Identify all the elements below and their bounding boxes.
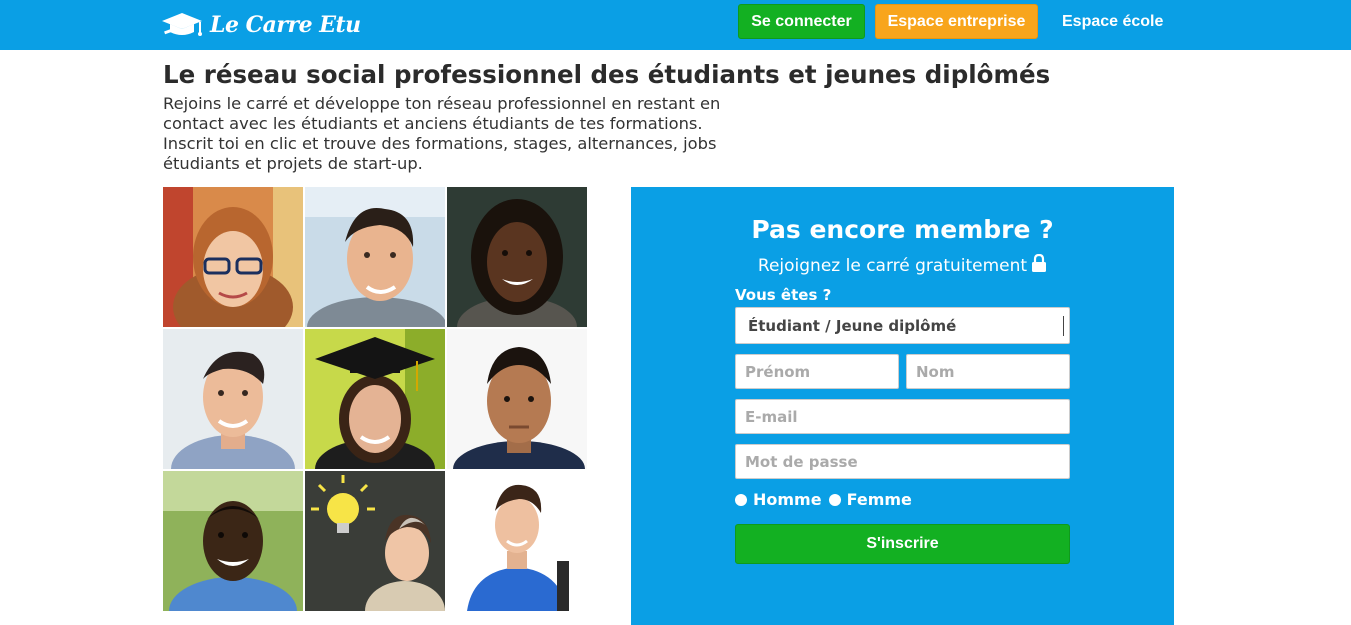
signup-button[interactable]: S'inscrire <box>735 524 1070 564</box>
student-photo <box>163 187 303 327</box>
lock-icon <box>1031 253 1047 277</box>
top-navbar: Le Carre Etu Se connecter Espace entrepr… <box>0 0 1351 50</box>
password-input[interactable] <box>735 444 1070 479</box>
status-select[interactable]: Étudiant / Jeune diplômé <box>735 307 1070 344</box>
student-photo <box>447 187 587 327</box>
student-photo <box>163 329 303 469</box>
signup-subtitle-row: Rejoignez le carré gratuitement <box>631 253 1174 277</box>
student-photo <box>305 187 445 327</box>
signup-panel: Pas encore membre ? Rejoignez le carré g… <box>631 187 1174 625</box>
gender-female-label[interactable]: Femme <box>847 490 912 509</box>
logo-text: Le Carre Etu <box>210 12 361 38</box>
gender-female-radio[interactable] <box>828 493 841 506</box>
student-photo <box>305 471 445 611</box>
signup-title: Pas encore membre ? <box>751 215 1054 244</box>
company-space-button[interactable]: Espace entreprise <box>875 4 1038 39</box>
page-title: Le réseau social professionnel des étudi… <box>163 60 1051 89</box>
status-question-label: Vous êtes ? <box>735 286 832 304</box>
student-photo <box>447 329 587 469</box>
login-button[interactable]: Se connecter <box>738 4 865 39</box>
email-input[interactable] <box>735 399 1070 434</box>
student-photo <box>447 471 587 611</box>
signup-subtitle: Rejoignez le carré gratuitement <box>757 256 1028 276</box>
gender-male-label[interactable]: Homme <box>753 490 822 509</box>
student-photo <box>305 329 445 469</box>
site-logo[interactable]: Le Carre Etu <box>160 10 361 40</box>
page-description: Rejoins le carré et développe ton réseau… <box>163 94 721 173</box>
first-name-input[interactable] <box>735 354 899 389</box>
school-space-link[interactable]: Espace école <box>1062 4 1163 39</box>
gender-male-radio[interactable] <box>735 493 747 506</box>
last-name-input[interactable] <box>906 354 1070 389</box>
student-photo-grid <box>163 187 587 611</box>
gender-radio-group: Homme Femme <box>735 490 919 509</box>
select-caret-icon <box>1063 316 1066 336</box>
status-select-value: Étudiant / Jeune diplômé <box>748 316 957 335</box>
student-photo <box>163 471 303 611</box>
graduation-cap-icon <box>162 13 202 36</box>
